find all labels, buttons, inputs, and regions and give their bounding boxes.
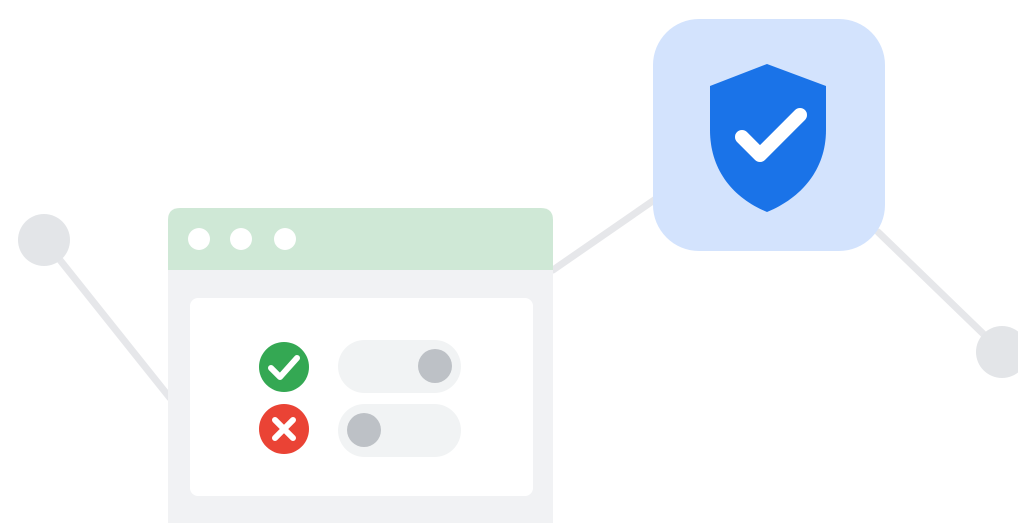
security-illustration — [18, 19, 1018, 523]
window-dot-1 — [188, 228, 210, 250]
settings-panel — [190, 298, 533, 496]
error-icon — [259, 404, 309, 454]
shield-tile — [653, 19, 885, 251]
toggle-switch-on[interactable] — [338, 340, 461, 393]
window-dot-2 — [230, 228, 252, 250]
check-circle-icon — [259, 342, 309, 392]
window-dot-3 — [274, 228, 296, 250]
window-titlebar — [168, 208, 553, 270]
toggle-knob — [418, 349, 452, 383]
network-node-left — [18, 214, 70, 266]
browser-window — [168, 208, 553, 523]
success-icon — [259, 342, 309, 392]
toggle-knob — [347, 413, 381, 447]
toggle-switch-off[interactable] — [338, 404, 461, 457]
connector-line-middle — [549, 192, 664, 274]
connector-line-left — [40, 236, 174, 402]
